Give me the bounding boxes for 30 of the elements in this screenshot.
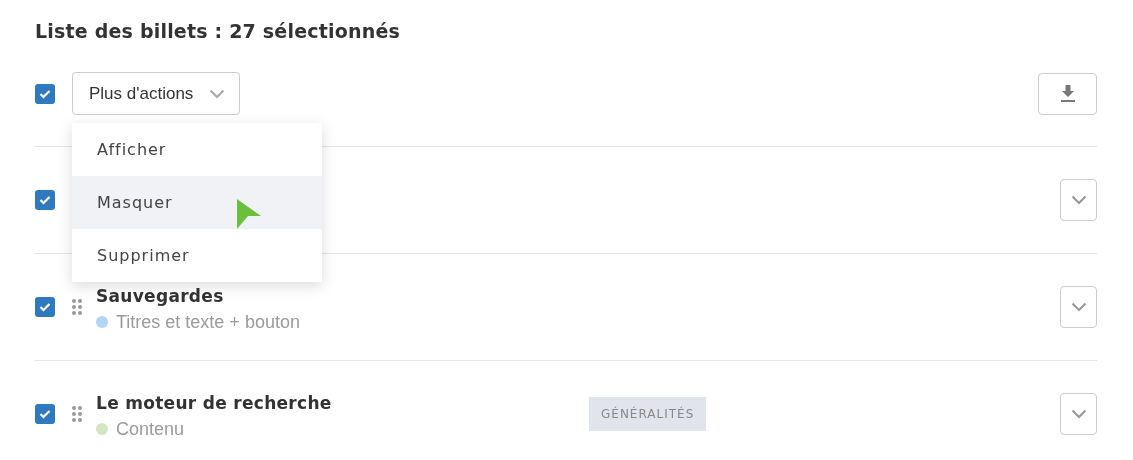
drag-handle-icon[interactable] [72, 406, 82, 422]
checkbox[interactable] [35, 404, 55, 424]
actions-dropdown[interactable]: Plus d'actions [72, 72, 241, 115]
expand-button[interactable] [1060, 393, 1097, 435]
checkmark-icon [39, 88, 51, 99]
item-title: Le moteur de recherche [96, 392, 333, 413]
chevron-down-icon [1070, 195, 1087, 205]
item-title: Sauvegardes [96, 285, 225, 306]
checkbox[interactable] [35, 83, 55, 104]
cursor-icon [236, 198, 262, 230]
checkmark-icon [39, 302, 51, 312]
checkbox[interactable] [35, 297, 55, 317]
checkbox[interactable] [35, 190, 55, 210]
expand-button[interactable] [1060, 179, 1097, 221]
chevron-down-icon [1070, 302, 1087, 312]
item-subtitle: Contenu [116, 418, 185, 440]
category-tag: GÉNÉRALITÉS [589, 397, 707, 431]
checkmark-icon [39, 195, 51, 205]
menu-item[interactable]: Masquer [72, 176, 322, 229]
chevron-down-icon [209, 88, 226, 99]
item-subtitle: Titres et texte + bouton [116, 311, 300, 333]
expand-button[interactable] [1060, 286, 1097, 328]
page-title: Liste des billets : 27 sélectionnés [35, 20, 401, 42]
chevron-down-icon [1070, 409, 1087, 419]
menu-item[interactable]: Supprimer [72, 229, 322, 282]
download-icon [1059, 84, 1076, 103]
drag-handle-icon[interactable] [72, 299, 82, 315]
checkmark-icon [39, 409, 51, 419]
menu-item[interactable]: Afficher [72, 123, 322, 176]
download-button[interactable] [1038, 72, 1097, 115]
